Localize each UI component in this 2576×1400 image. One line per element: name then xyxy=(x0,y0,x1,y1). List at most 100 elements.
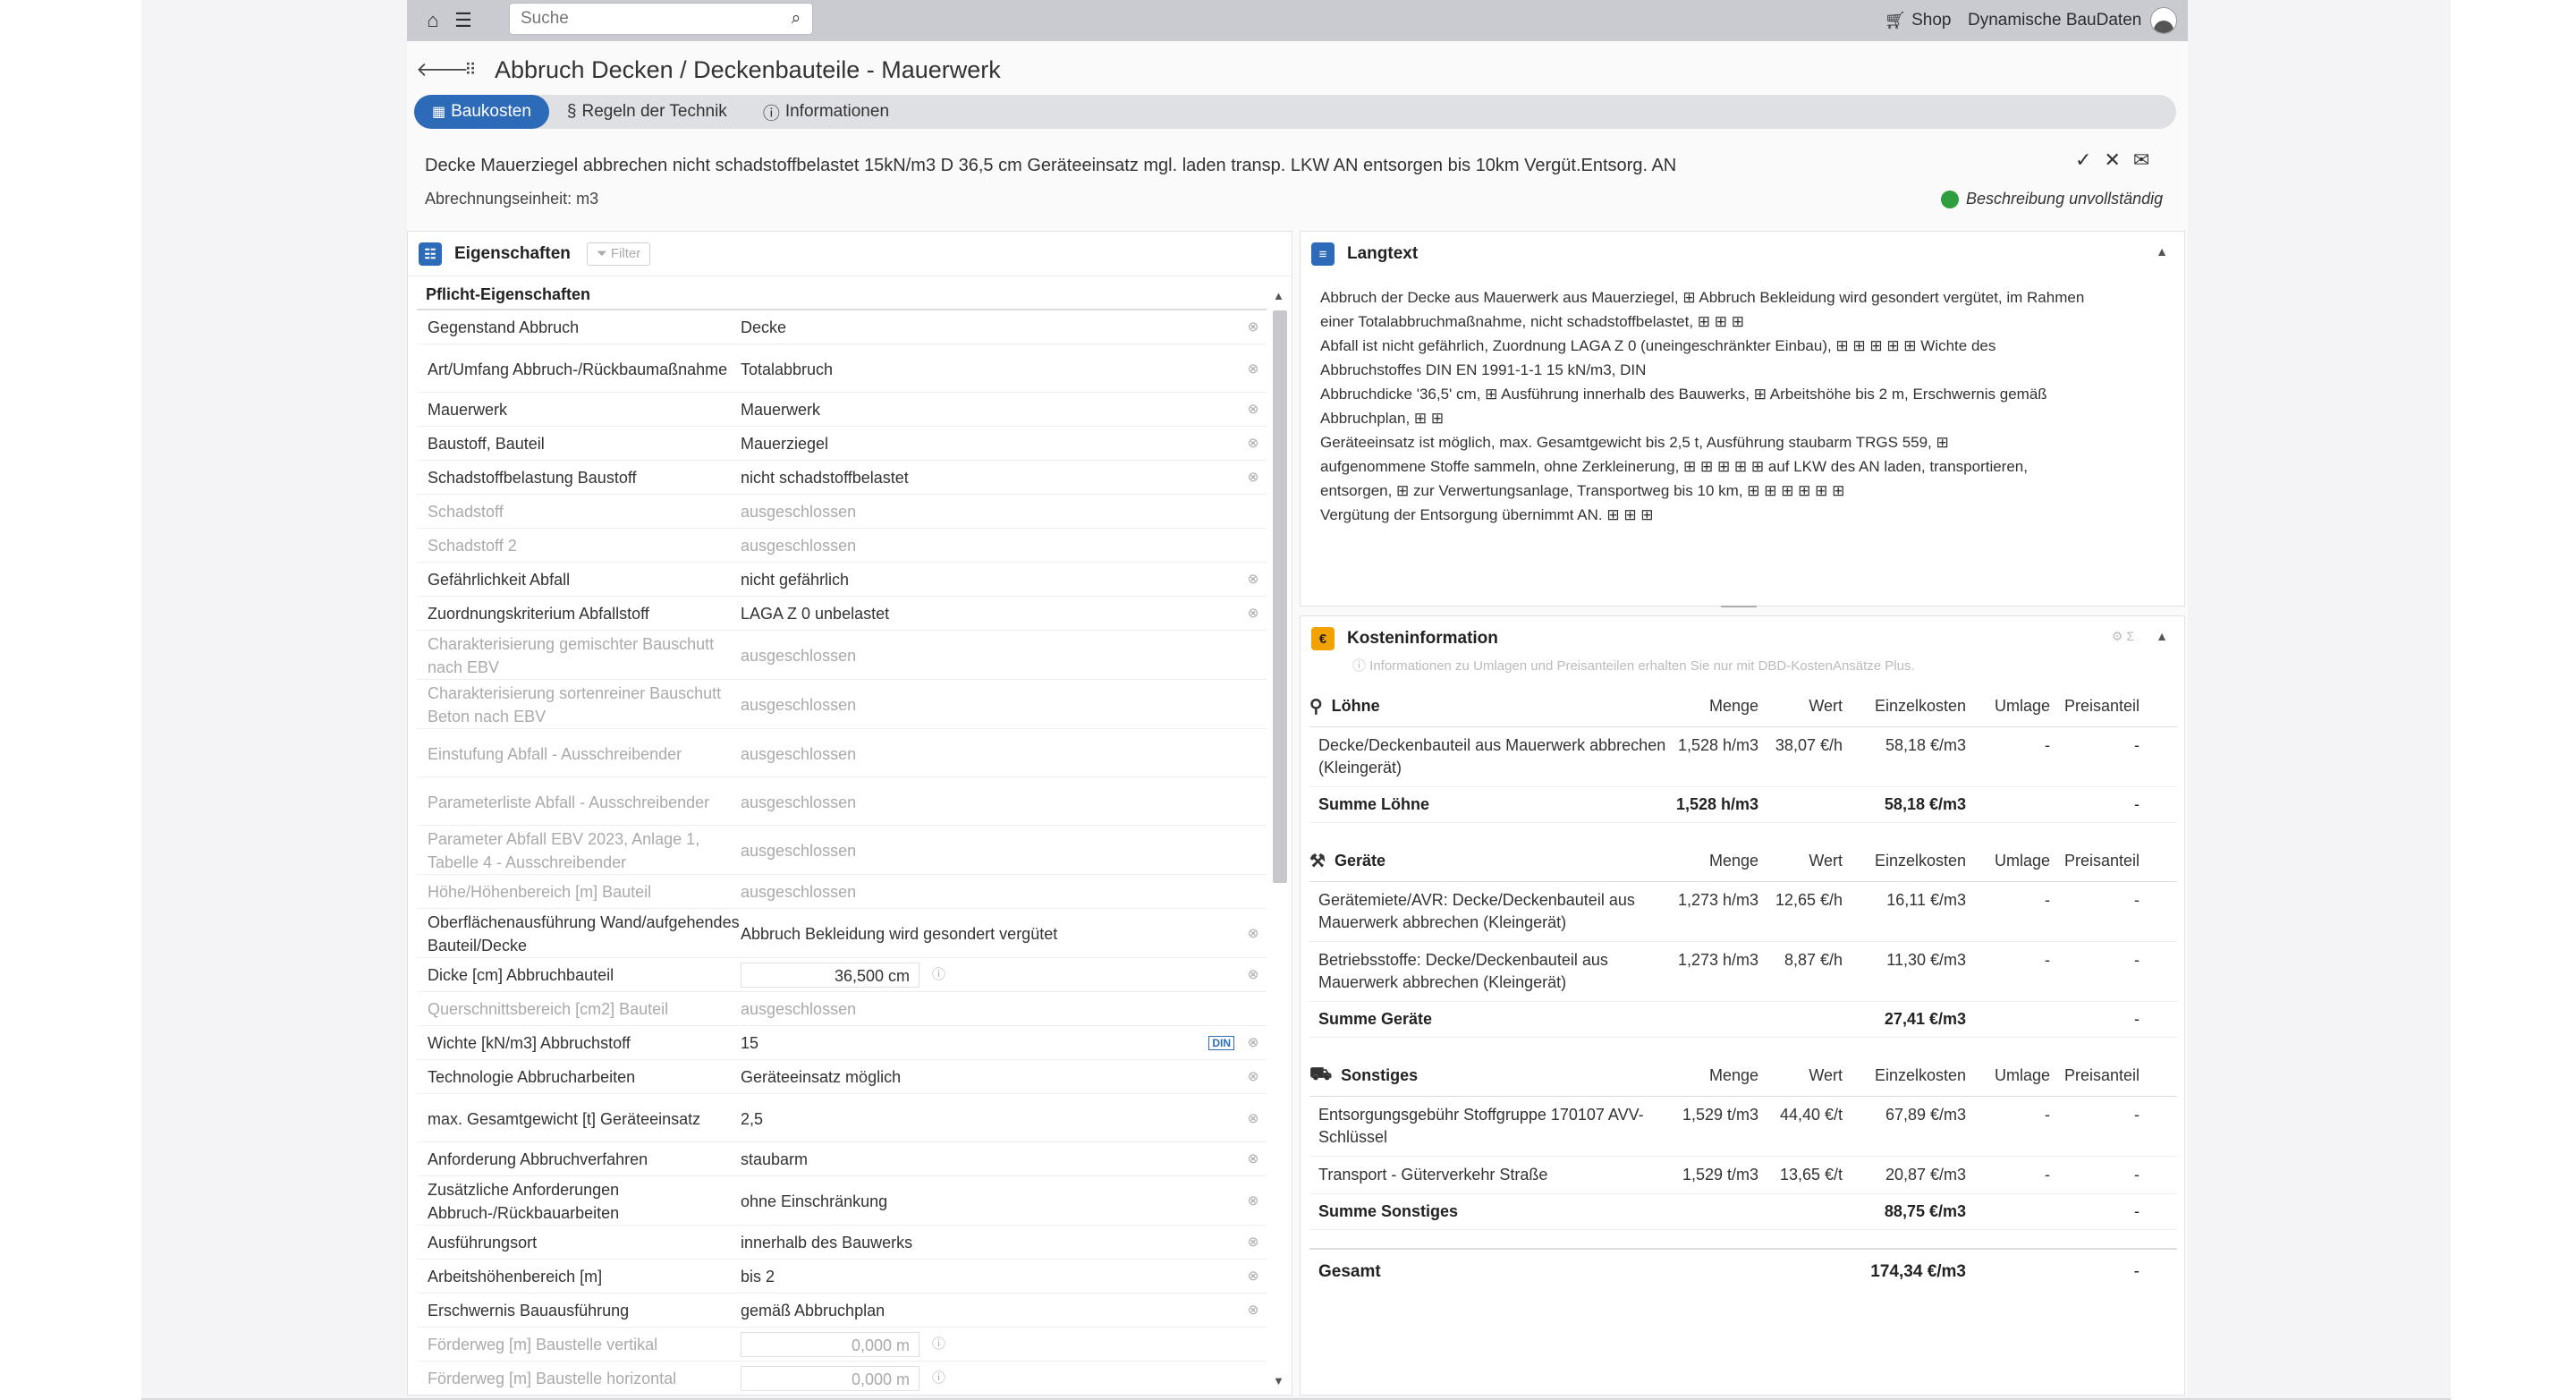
clear-icon[interactable]: ⊗ xyxy=(1240,602,1267,625)
property-row[interactable]: Art/Umfang Abbruch-/Rückbaumaßnahme Total… xyxy=(417,344,1267,393)
user-menu[interactable]: Dynamische BauDaten xyxy=(1968,0,2178,41)
clear-icon[interactable]: ⊗ xyxy=(1240,432,1267,455)
info-icon[interactable]: ⓘ xyxy=(932,1367,945,1390)
menu-icon[interactable]: ☰ xyxy=(448,0,479,41)
property-value[interactable]: Abbruch Bekleidung wird gesondert vergüt… xyxy=(741,922,1240,946)
cost-settings-icon[interactable]: ⚙ Σ xyxy=(2112,629,2134,644)
property-value[interactable]: 15 xyxy=(741,1031,1208,1055)
close-icon[interactable]: ✕ xyxy=(2104,148,2120,172)
property-value[interactable]: Mauerwerk xyxy=(741,398,1240,421)
property-row[interactable]: Anforderung Abbruchverfahren staubarm ⊗ xyxy=(417,1142,1267,1176)
resize-handle[interactable] xyxy=(1721,606,1757,607)
property-value[interactable]: ohne Einschränkung xyxy=(741,1190,1240,1213)
property-value[interactable]: ausgeschlossen xyxy=(741,693,1240,717)
property-row[interactable]: Schadstoff ausgeschlossen xyxy=(417,495,1267,529)
tab-baukosten[interactable]: ▦ Baukosten xyxy=(414,95,549,129)
property-value[interactable]: 0,000 m ⓘ xyxy=(741,1365,1240,1391)
clear-icon[interactable]: ⊗ xyxy=(1240,316,1267,339)
property-row[interactable]: Gegenstand Abbruch Decke ⊗ xyxy=(417,310,1267,344)
clear-icon[interactable]: ⊗ xyxy=(1240,1265,1267,1288)
scroll-up-icon[interactable]: ▲ xyxy=(1273,289,1284,302)
clear-icon[interactable]: ⊗ xyxy=(1240,1148,1267,1171)
din-badge-icon[interactable]: DIN xyxy=(1208,1035,1234,1050)
clear-icon[interactable]: ⊗ xyxy=(1240,1190,1267,1213)
mail-icon[interactable]: ✉ xyxy=(2133,148,2149,172)
property-row[interactable]: Ausführungsort innerhalb des Bauwerks ⊗ xyxy=(417,1226,1267,1260)
property-row[interactable]: Zuordnungskriterium Abfallstoff LAGA Z 0 … xyxy=(417,597,1267,631)
property-row[interactable]: Dicke [cm] Abbruchbauteil 36,500 cm ⓘ ⊗ xyxy=(417,958,1267,992)
tab-informationen[interactable]: ⓘ Informationen xyxy=(745,95,907,129)
property-value[interactable]: gemäß Abbruchplan xyxy=(741,1299,1240,1322)
home-icon[interactable]: ⌂ xyxy=(418,0,448,41)
search-input[interactable] xyxy=(510,4,780,34)
collapse-icon[interactable]: ▲ xyxy=(2156,244,2168,259)
property-row[interactable]: Querschnittsbereich [cm2] Bauteil ausgesc… xyxy=(417,992,1267,1026)
property-row[interactable]: Gefährlichkeit Abfall nicht gefährlich ⊗ xyxy=(417,563,1267,597)
property-row[interactable]: Einstufung Abfall - Ausschreibender ausge… xyxy=(417,729,1267,777)
property-value[interactable]: innerhalb des Bauwerks xyxy=(741,1231,1240,1254)
property-row[interactable]: Erschwernis Bauausführung gemäß Abbruchpl… xyxy=(417,1294,1267,1328)
property-row[interactable]: Schadstoffbelastung Baustoff nicht schads… xyxy=(417,461,1267,495)
property-value[interactable]: LAGA Z 0 unbelastet xyxy=(741,602,1240,625)
clear-icon[interactable]: ⊗ xyxy=(1240,1031,1267,1055)
property-row[interactable]: Technologie Abbrucharbeiten Geräteeinsatz… xyxy=(417,1060,1267,1094)
property-value[interactable]: nicht schadstoffbelastet xyxy=(741,466,1240,489)
clear-icon[interactable]: ⊗ xyxy=(1240,1065,1267,1089)
property-value[interactable]: Totalabbruch xyxy=(741,358,1240,381)
property-row[interactable]: Charakterisierung gemischter Bauschutt n… xyxy=(417,631,1267,680)
property-value[interactable]: Decke xyxy=(741,316,1240,339)
properties-scrollbar[interactable]: ▲ ▼ xyxy=(1270,284,1290,1387)
property-number-input[interactable]: 0,000 m xyxy=(741,1365,919,1391)
property-value[interactable]: ausgeschlossen xyxy=(741,742,1240,766)
property-row[interactable]: Förderweg [m] Baustelle horizontal 0,000 … xyxy=(417,1362,1267,1393)
property-value[interactable]: 36,500 cm ⓘ xyxy=(741,962,1240,988)
property-row[interactable]: max. Gesamtgewicht [t] Geräteeinsatz 2,5 ⊗ xyxy=(417,1094,1267,1142)
property-row[interactable]: Arbeitshöhenbereich [m] bis 2 ⊗ xyxy=(417,1260,1267,1294)
info-icon[interactable]: ⓘ xyxy=(932,963,945,987)
clear-icon[interactable]: ⊗ xyxy=(1240,963,1267,987)
property-row[interactable]: Zusätzliche Anforderungen Abbruch-/Rückb… xyxy=(417,1176,1267,1226)
property-value[interactable]: ausgeschlossen xyxy=(741,839,1240,862)
property-row[interactable]: Mauerwerk Mauerwerk ⊗ xyxy=(417,393,1267,427)
clear-icon[interactable]: ⊗ xyxy=(1240,1231,1267,1254)
property-value[interactable]: ausgeschlossen xyxy=(741,534,1240,557)
property-value[interactable]: ausgeschlossen xyxy=(741,880,1240,904)
info-icon[interactable]: ⓘ xyxy=(932,1333,945,1356)
property-value[interactable]: bis 2 xyxy=(741,1265,1240,1288)
tab-regeln[interactable]: § Regeln der Technik xyxy=(549,95,745,129)
property-value[interactable]: ausgeschlossen xyxy=(741,997,1240,1021)
property-row[interactable]: Parameter Abfall EBV 2023, Anlage 1, Tab… xyxy=(417,826,1267,875)
property-value[interactable]: ausgeschlossen xyxy=(741,791,1240,814)
property-value[interactable]: ausgeschlossen xyxy=(741,500,1240,523)
property-row[interactable]: Charakterisierung sortenreiner Bauschutt… xyxy=(417,680,1267,729)
property-value[interactable]: staubarm xyxy=(741,1148,1240,1171)
clear-icon[interactable]: ⊗ xyxy=(1240,466,1267,489)
property-row[interactable]: Parameterliste Abfall - Ausschreibender a… xyxy=(417,777,1267,826)
collapse-icon[interactable]: ▲ xyxy=(2156,629,2168,643)
property-number-input[interactable]: 36,500 cm xyxy=(741,962,919,988)
property-value[interactable]: 2,5 xyxy=(741,1107,1240,1131)
filter-button[interactable]: ⏷ Filter xyxy=(586,242,651,266)
property-row[interactable]: Baustoff, Bauteil Mauerziegel ⊗ xyxy=(417,427,1267,461)
property-value[interactable]: nicht gefährlich xyxy=(741,568,1240,591)
property-row[interactable]: Schadstoff 2 ausgeschlossen xyxy=(417,529,1267,563)
clear-icon[interactable]: ⊗ xyxy=(1240,1107,1267,1131)
scroll-down-icon[interactable]: ▼ xyxy=(1273,1374,1284,1387)
property-number-input[interactable]: 0,000 m xyxy=(741,1331,919,1357)
clear-icon[interactable]: ⊗ xyxy=(1240,922,1267,946)
search-icon[interactable]: ⌕ xyxy=(780,9,812,29)
property-row[interactable]: Oberflächenausführung Wand/aufgehendes B… xyxy=(417,909,1267,958)
property-row[interactable]: Höhe/Höhenbereich [m] Bauteil ausgeschlos… xyxy=(417,875,1267,909)
property-row[interactable]: Förderweg [m] Baustelle vertikal 0,000 m ⓘ xyxy=(417,1328,1267,1362)
property-value[interactable]: 0,000 m ⓘ xyxy=(741,1331,1240,1357)
clear-icon[interactable]: ⊗ xyxy=(1240,358,1267,381)
check-icon[interactable]: ✓ xyxy=(2075,148,2091,172)
shop-link[interactable]: 🛒︎ Shop xyxy=(1885,0,1952,41)
property-row[interactable]: Wichte [kN/m3] Abbruchstoff 15 DIN ⊗ xyxy=(417,1026,1267,1060)
clear-icon[interactable]: ⊗ xyxy=(1240,1299,1267,1322)
property-value[interactable]: ausgeschlossen xyxy=(741,644,1240,667)
clear-icon[interactable]: ⊗ xyxy=(1240,568,1267,591)
grid-icon[interactable]: ⠿ xyxy=(455,61,486,80)
property-value[interactable]: Geräteeinsatz möglich xyxy=(741,1065,1240,1089)
clear-icon[interactable]: ⊗ xyxy=(1240,398,1267,421)
